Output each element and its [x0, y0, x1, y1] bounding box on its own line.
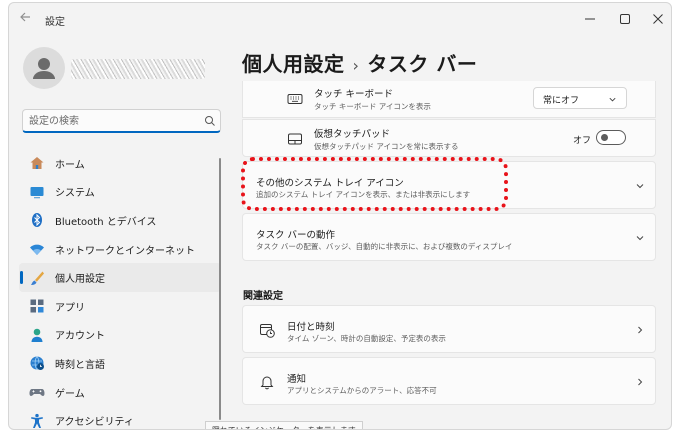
close-icon	[653, 14, 663, 24]
virtual-touchpad-toggle[interactable]	[596, 130, 626, 145]
sidebar-item-label: アカウント	[55, 331, 105, 343]
globe-clock-icon	[29, 355, 45, 371]
setting-title: 仮想タッチパッド	[314, 129, 391, 140]
sidebar-item-label: アクセシビリティ	[55, 417, 134, 429]
chevron-down-icon	[609, 97, 616, 102]
sidebar-item-label: ネットワークとインターネット	[55, 245, 195, 257]
breadcrumb-separator: ›	[352, 56, 360, 75]
breadcrumb: 個人用設定 › タスク バー	[242, 48, 477, 77]
profile-name-redacted	[71, 59, 205, 79]
chevron-right-icon	[638, 326, 643, 334]
touch-keyboard-dropdown[interactable]: 常にオフ	[533, 87, 627, 109]
apps-icon	[29, 298, 45, 314]
sidebar-item-network[interactable]: ネットワークとインターネット	[19, 235, 221, 264]
minimize-icon	[585, 18, 595, 20]
minimize-button[interactable]	[573, 7, 607, 31]
chevron-down-icon	[636, 236, 644, 241]
setting-description: タッチ キーボード アイコンを表示	[314, 102, 431, 111]
setting-description: 追加のシステム トレイ アイコンを表示、または非表示にします	[256, 190, 471, 199]
selection-indicator	[20, 271, 23, 285]
dropdown-value: 常にオフ	[543, 96, 580, 106]
sidebar-item-system[interactable]: システム	[19, 178, 221, 207]
sidebar-item-apps[interactable]: アプリ	[19, 292, 221, 321]
close-button[interactable]	[641, 7, 671, 31]
related-settings-heading: 関連設定	[243, 291, 283, 302]
search-input[interactable]	[29, 113, 199, 129]
setting-title: その他のシステム トレイ アイコン	[256, 178, 404, 189]
wifi-icon	[29, 241, 45, 257]
setting-row-touch-keyboard: タッチ キーボード タッチ キーボード アイコンを表示 常にオフ	[242, 81, 656, 118]
breadcrumb-parent[interactable]: 個人用設定	[242, 52, 345, 76]
setting-title: 通知	[287, 374, 307, 385]
settings-window: 設定 ホーム システム	[8, 2, 672, 430]
person-icon	[33, 58, 55, 79]
page-title: タスク バー	[367, 52, 478, 76]
sidebar-item-accessibility[interactable]: アクセシビリティ	[19, 406, 221, 429]
sidebar-item-label: システム	[55, 188, 95, 200]
sidebar-item-personalization[interactable]: 個人用設定	[19, 263, 221, 292]
sidebar-item-accounts[interactable]: アカウント	[19, 321, 221, 350]
title-bar: 設定	[9, 3, 671, 37]
touchpad-icon	[288, 133, 302, 145]
tooltip: 隠れているインジケーターを表示します	[205, 421, 363, 429]
setting-description: タイム ゾーン、時計の自動設定、予定表の表示	[287, 334, 446, 343]
bell-icon	[260, 376, 274, 390]
sidebar-item-label: ゲーム	[55, 388, 85, 400]
person-icon	[29, 327, 45, 343]
chevron-down-icon	[636, 184, 644, 189]
setting-description: 仮想タッチパッド アイコンを常に表示する	[314, 142, 459, 151]
home-icon	[29, 155, 45, 171]
sidebar-item-label: アプリ	[55, 302, 85, 314]
setting-description: アプリとシステムからのアラート、応答不可	[287, 386, 437, 395]
setting-title: 日付と時刻	[287, 322, 335, 333]
sidebar-item-bluetooth[interactable]: Bluetooth とデバイス	[19, 206, 221, 235]
related-item-date-time[interactable]: 日付と時刻 タイム ゾーン、時計の自動設定、予定表の表示	[242, 305, 656, 353]
setting-title: タスク バーの動作	[256, 230, 336, 241]
sidebar-item-gaming[interactable]: ゲーム	[19, 378, 221, 407]
sidebar-item-label: 個人用設定	[55, 274, 105, 286]
setting-row-virtual-touchpad: 仮想タッチパッド 仮想タッチパッド アイコンを常に表示する オフ	[242, 119, 656, 157]
brush-icon	[29, 270, 45, 286]
keyboard-icon	[287, 94, 303, 104]
avatar[interactable]	[23, 47, 65, 89]
expander-other-tray-icons[interactable]: その他のシステム トレイ アイコン 追加のシステム トレイ アイコンを表示、また…	[242, 161, 656, 209]
accessibility-icon	[29, 413, 45, 429]
arrow-left-icon	[20, 12, 30, 22]
search-icon[interactable]	[203, 114, 217, 128]
sidebar-nav: ホーム システム Bluetooth とデバイス ネットワークとインターネット	[19, 149, 221, 429]
related-item-notifications[interactable]: 通知 アプリとシステムからのアラート、応答不可	[242, 357, 656, 405]
maximize-button[interactable]	[608, 7, 642, 31]
back-button[interactable]	[15, 11, 35, 29]
gamepad-icon	[29, 384, 45, 400]
app-title: 設定	[45, 17, 65, 28]
display-icon	[29, 184, 45, 200]
sidebar-item-home[interactable]: ホーム	[19, 149, 221, 178]
sidebar-scrollbar[interactable]	[219, 158, 221, 420]
toggle-knob	[601, 134, 608, 141]
maximize-icon	[620, 14, 630, 24]
calendar-clock-icon	[260, 324, 275, 338]
expander-taskbar-behaviors[interactable]: タスク バーの動作 タスク バーの配置、バッジ、自動的に非表示に、および複数のデ…	[242, 213, 656, 261]
sidebar-item-label: 時刻と言語	[55, 359, 105, 371]
setting-description: タスク バーの配置、バッジ、自動的に非表示に、および複数のディスプレイ	[256, 242, 513, 251]
bluetooth-icon	[29, 212, 45, 228]
sidebar-item-time-language[interactable]: 時刻と言語	[19, 349, 221, 378]
setting-title: タッチ キーボード	[314, 89, 394, 100]
sidebar-item-label: ホーム	[55, 159, 85, 171]
toggle-state-label: オフ	[573, 136, 592, 146]
chevron-right-icon	[638, 378, 643, 386]
search-box[interactable]	[22, 109, 221, 133]
sidebar-item-label: Bluetooth とデバイス	[55, 216, 157, 228]
